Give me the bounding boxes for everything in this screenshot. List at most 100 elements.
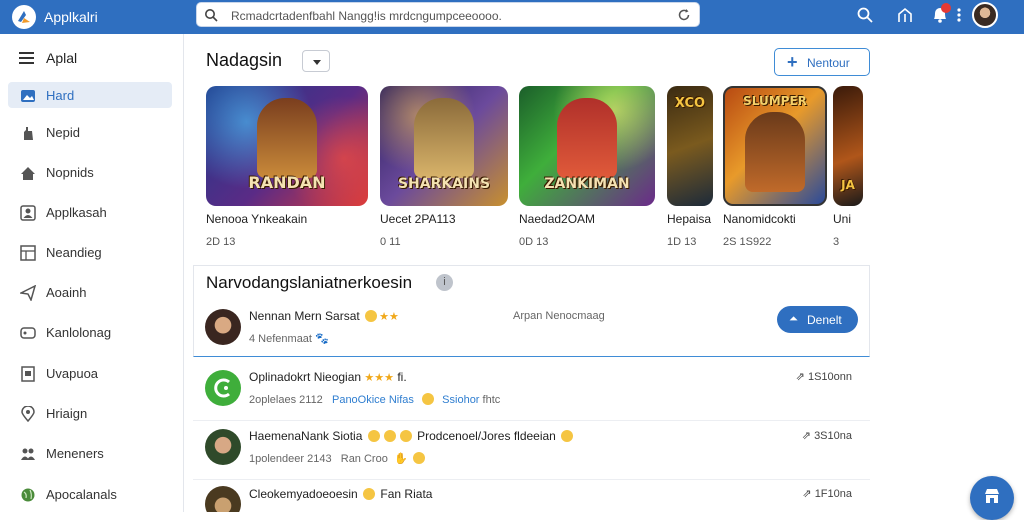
game-meta: 2D 13	[206, 236, 236, 248]
game-thumbnail[interactable]: SLUMPER	[723, 86, 827, 206]
row-divider	[193, 479, 870, 480]
sidebar-item-label: Nepid	[46, 125, 80, 140]
new-button-label: Nentour	[807, 56, 850, 70]
sidebar-item-label: Uvapuoa	[46, 366, 99, 381]
user-avatar[interactable]	[972, 2, 998, 28]
app-logo-icon	[18, 11, 30, 23]
featured-row[interactable]: Nennan Mern Sarsat ★★ 4 Nefenmaat 🐾 Arpa…	[193, 307, 870, 347]
game-thumbnail[interactable]: RANDAN	[206, 86, 368, 206]
location-icon	[21, 406, 35, 422]
list-item[interactable]: HaemenaNank Siotia Prodcenoel/Jores flde…	[193, 429, 870, 473]
notification-badge	[941, 3, 951, 13]
search-input[interactable]: Rcmadcrtadenfbahl Nangg!is mrdcngumpceeo…	[231, 9, 502, 23]
game-logo-text: ZANKIMAN	[544, 176, 630, 192]
sidebar-item-hriaign[interactable]: Hriaign	[8, 400, 172, 426]
list-item-title: Oplinadokrt Nieogian ★★★ fi.	[249, 370, 407, 384]
star-rating-icon: ★★	[379, 311, 399, 323]
sidebar-item-label: Hard	[46, 88, 75, 103]
search-icon[interactable]	[856, 6, 874, 24]
emoji-icon	[363, 488, 376, 500]
menu-label: Aplal	[46, 50, 78, 66]
sidebar-item-uvapuoa[interactable]: Uvapuoa	[8, 360, 172, 386]
emoji-icon	[561, 430, 574, 442]
list-item-title: Cleokemyadoeoesin Fan Riata	[249, 487, 432, 501]
hand-icon	[24, 127, 33, 140]
deploy-button[interactable]: ⏶ Denelt	[777, 306, 858, 333]
game-meta: 3	[833, 236, 840, 248]
sidebar-item-hard[interactable]: Hard	[8, 82, 172, 108]
share-icon[interactable]	[896, 6, 914, 24]
list-item-link[interactable]: Ssiohor	[442, 394, 479, 406]
emoji-icon	[422, 393, 435, 405]
list-item-name: HaemenaNank Siotia	[249, 429, 363, 443]
list-item-extra: fhtc	[482, 394, 501, 406]
more-vertical-icon[interactable]	[956, 6, 962, 24]
sidebar-item-apocalanals[interactable]: Apocalanals	[8, 481, 172, 507]
sidebar-item-label: Hriaign	[46, 406, 88, 421]
sidebar-item-label: Aoainh	[46, 285, 87, 300]
list-item[interactable]: Cleokemyadoeoesin Fan Riata ⇗ 1F10na	[193, 486, 870, 512]
app-logo[interactable]	[12, 5, 36, 29]
character-figure	[557, 98, 617, 178]
reaction-icon: 🐾	[315, 333, 329, 345]
list-item-link[interactable]: PanoOkice Nifas	[332, 394, 414, 406]
floating-action-button[interactable]	[970, 476, 1014, 520]
avatar[interactable]	[205, 309, 241, 345]
list-item-time: ⇗ 1F10na	[802, 488, 852, 500]
game-thumbnail[interactable]: SHARKAINS	[380, 86, 508, 206]
sidebar: Aplal Hard Nepid Nopnids Applkasah Neand…	[0, 34, 184, 512]
game-name: Naedad2OAM	[519, 212, 596, 226]
featured-name: Nennan Mern Sarsat ★★	[249, 309, 399, 323]
home-icon	[21, 167, 35, 180]
featured-sub: 4 Nefenmaat 🐾	[249, 332, 329, 345]
sidebar-item-nopnids[interactable]: Nopnids	[8, 159, 172, 185]
sidebar-item-label: Nopnids	[46, 165, 94, 180]
game-thumbnail[interactable]: ZANKIMAN	[519, 86, 655, 206]
character-figure	[414, 98, 474, 178]
plus-icon: +	[787, 52, 798, 72]
list-item-name-extra: Prodcenoel/Jores fldeeian	[417, 429, 556, 443]
section-dropdown[interactable]	[302, 50, 330, 72]
sidebar-item-neandieg[interactable]: Neandieg	[8, 239, 172, 265]
avatar[interactable]	[205, 486, 241, 512]
sidebar-item-label: Applkasah	[46, 205, 107, 220]
list-item-time-text: 1F10na	[814, 488, 852, 500]
list-item-time: ⇗ 1S10onn	[795, 371, 852, 383]
list-item[interactable]: Oplinadokrt Nieogian ★★★ fi. 2oplelaes 2…	[193, 370, 870, 414]
featured-mid-text: Arpan Nenocmaag	[513, 310, 605, 322]
info-icon[interactable]: i	[436, 274, 453, 291]
send-icon: ⏶	[789, 313, 798, 325]
sidebar-item-applkasah[interactable]: Applkasah	[8, 199, 172, 225]
avatar[interactable]	[205, 370, 241, 406]
game-logo-text: SLUMPER	[743, 94, 807, 108]
sidebar-item-meneners[interactable]: Meneners	[8, 440, 172, 466]
emoji-icon	[412, 452, 425, 464]
list-item-time-text: 1S10onn	[807, 371, 852, 383]
sidebar-item-aoainh[interactable]: Aoainh	[8, 279, 172, 305]
game-thumbnail[interactable]: JA	[833, 86, 863, 206]
store-icon	[985, 489, 999, 503]
deploy-button-label: Denelt	[807, 313, 842, 327]
character-figure	[257, 98, 317, 178]
refresh-icon[interactable]	[677, 8, 691, 22]
avatar[interactable]	[205, 429, 241, 465]
globe-icon	[21, 488, 35, 502]
search-bar[interactable]: Rcmadcrtadenfbahl Nangg!is mrdcngumpceeo…	[196, 2, 700, 27]
app-title: Applkalri	[44, 9, 98, 25]
person-icon	[20, 205, 36, 221]
sidebar-item-nepid[interactable]: Nepid	[8, 119, 172, 145]
sidebar-item-kanlolonag[interactable]: Kanlolonag	[8, 319, 172, 345]
list-item-sub: 2oplelaes 2112 PanoOkice Nifas Ssiohor f…	[249, 393, 500, 406]
top-bar: Applkalri Rcmadcrtadenfbahl Nangg!is mrd…	[0, 0, 1024, 34]
discussion-title: Narvodangslaniatnerkoesin	[206, 273, 413, 292]
sidebar-item-label: Kanlolonag	[46, 325, 112, 340]
game-name: Hepaisa	[667, 212, 712, 226]
hamburger-icon[interactable]	[18, 50, 36, 66]
game-name: Nanomidcokti	[723, 212, 796, 226]
star-rating-icon: ★★★	[364, 372, 395, 384]
game-logo-text: RANDAN	[248, 173, 326, 192]
new-button[interactable]: + Nentour	[774, 48, 870, 76]
sidebar-item-label: Apocalanals	[46, 487, 117, 502]
game-thumbnail[interactable]: XCO	[667, 86, 713, 206]
row-divider	[193, 420, 870, 421]
